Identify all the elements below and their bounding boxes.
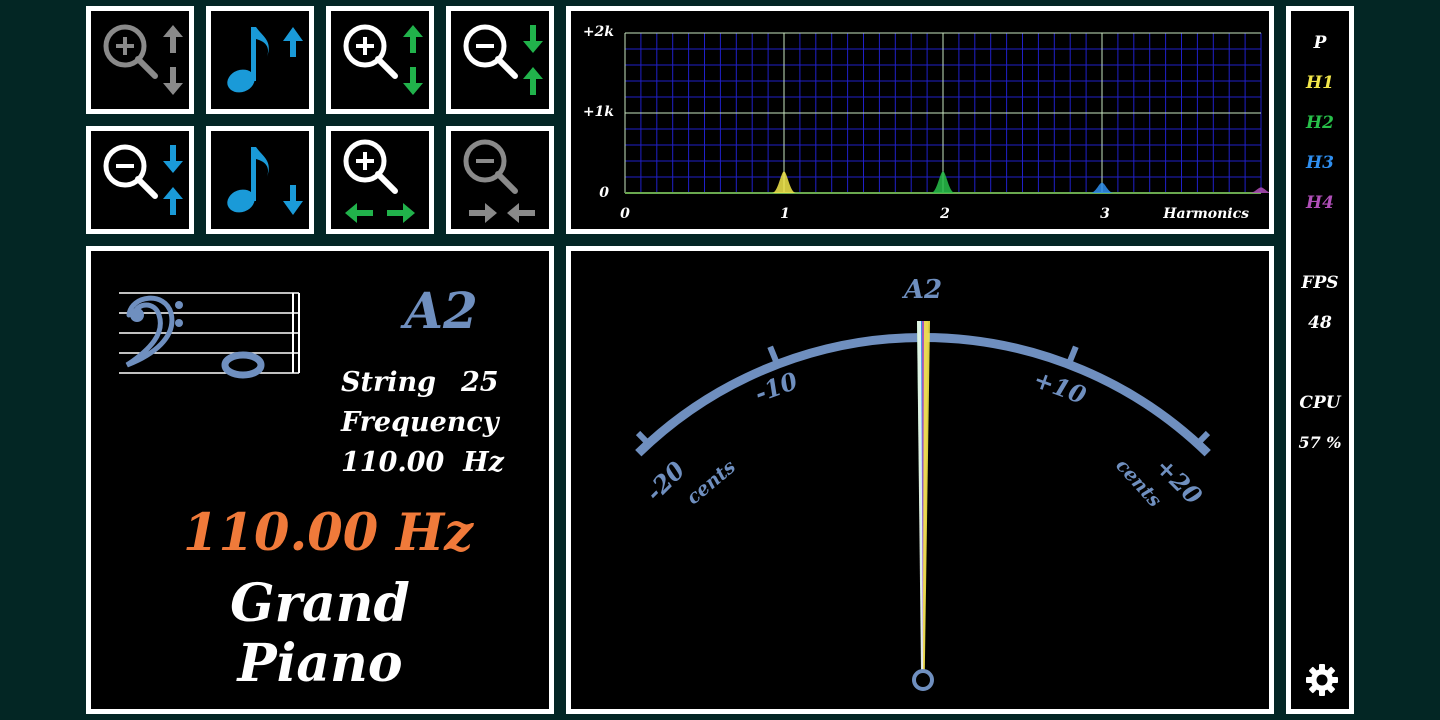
zoom-out-vertical-icon: [103, 144, 183, 215]
spectrum-grid: [624, 32, 1262, 194]
harmonic-3-toggle[interactable]: H3: [1291, 153, 1349, 173]
x-tick-label: 1: [780, 206, 790, 222]
instrument-name-line2: Piano: [237, 633, 403, 694]
fps-label: FPS: [1301, 273, 1339, 293]
fps-value: 48: [1308, 313, 1332, 333]
zoom-out-vertical-icon: [463, 24, 543, 95]
string-number: 25: [461, 367, 499, 398]
harmonic-peak: [1090, 182, 1114, 193]
spectrum-peaks: [772, 171, 1273, 193]
meter-tick: [1067, 345, 1079, 363]
meter-tick: [767, 345, 779, 363]
meter-tick: [635, 430, 652, 447]
note-down-icon: [227, 147, 303, 215]
minus-20-label: -20: [639, 455, 690, 506]
instrument-name-line1: Grand: [230, 573, 410, 634]
x-tick-label: 2: [939, 206, 950, 222]
cpu-value: 57 %: [1298, 433, 1342, 452]
y-tick-label: 0: [599, 185, 609, 201]
settings-button[interactable]: [1305, 663, 1339, 697]
harmonic-peak: [931, 171, 955, 193]
harmonic-2-toggle[interactable]: H2: [1291, 113, 1349, 133]
y-tick-label: +2k: [583, 24, 614, 40]
zoom-out-horizontal-icon: [463, 139, 535, 223]
zoom-in-vertical-icon: [343, 24, 423, 95]
cents-label-left: cents: [682, 455, 740, 509]
cents-label-right: cents: [1111, 454, 1166, 511]
meter-needles: [917, 321, 930, 671]
note-up-button[interactable]: [206, 6, 314, 114]
string-label: String: [341, 367, 436, 398]
y-tick-label: +1k: [583, 104, 614, 120]
needle-pivot: [912, 669, 934, 691]
note-up-icon: [227, 27, 303, 93]
frequency-label: Frequency: [341, 407, 499, 438]
meter-note: A2: [901, 275, 942, 305]
zoom-in-horizontal-button[interactable]: [326, 126, 434, 234]
zoom-in-vertical-button[interactable]: [326, 6, 434, 114]
harmonic-peak: [772, 171, 796, 193]
harmonic-4-toggle[interactable]: H4: [1291, 193, 1349, 213]
zoom-in-horizontal-icon: [343, 139, 415, 223]
spectrum-panel: +2k +1k 0 0 1 2 3 Harmonics: [566, 6, 1274, 234]
note-down-button[interactable]: [206, 126, 314, 234]
note-info-panel: A2 String 25 Frequency 110.00 Hz 110.00 …: [86, 246, 554, 714]
zoom-out-horizontal-button-disabled[interactable]: [446, 126, 554, 234]
zoom-in-vertical-icon: [103, 24, 183, 95]
tuning-meter-panel: A2 -10 +10 -20 +20 cents cents: [566, 246, 1274, 714]
measured-frequency: 110.00 Hz: [183, 503, 474, 563]
gear-icon: [1306, 664, 1338, 696]
harmonics-spectrum-chart: +2k +1k 0 0 1 2 3 Harmonics: [583, 24, 1273, 222]
x-tick-label: 3: [1100, 206, 1110, 222]
cents-meter: A2 -10 +10 -20 +20 cents cents: [635, 275, 1211, 691]
harmonic-1-toggle[interactable]: H1: [1291, 73, 1349, 93]
zoom-in-vertical-button-disabled[interactable]: [86, 6, 194, 114]
sidebar: P H1 H2 H3 H4 FPS 48 CPU 57 %: [1286, 6, 1354, 714]
zoom-out-vertical-button[interactable]: [446, 6, 554, 114]
x-axis-label: Harmonics: [1162, 206, 1249, 222]
power-label: P: [1313, 33, 1327, 53]
cpu-label: CPU: [1299, 393, 1341, 413]
meter-tick: [1194, 430, 1211, 447]
meter-needle: [922, 321, 930, 671]
zoom-out-vertical-button[interactable]: [86, 126, 194, 234]
x-tick-label: 0: [620, 206, 630, 222]
target-frequency: 110.00 Hz: [341, 447, 504, 478]
